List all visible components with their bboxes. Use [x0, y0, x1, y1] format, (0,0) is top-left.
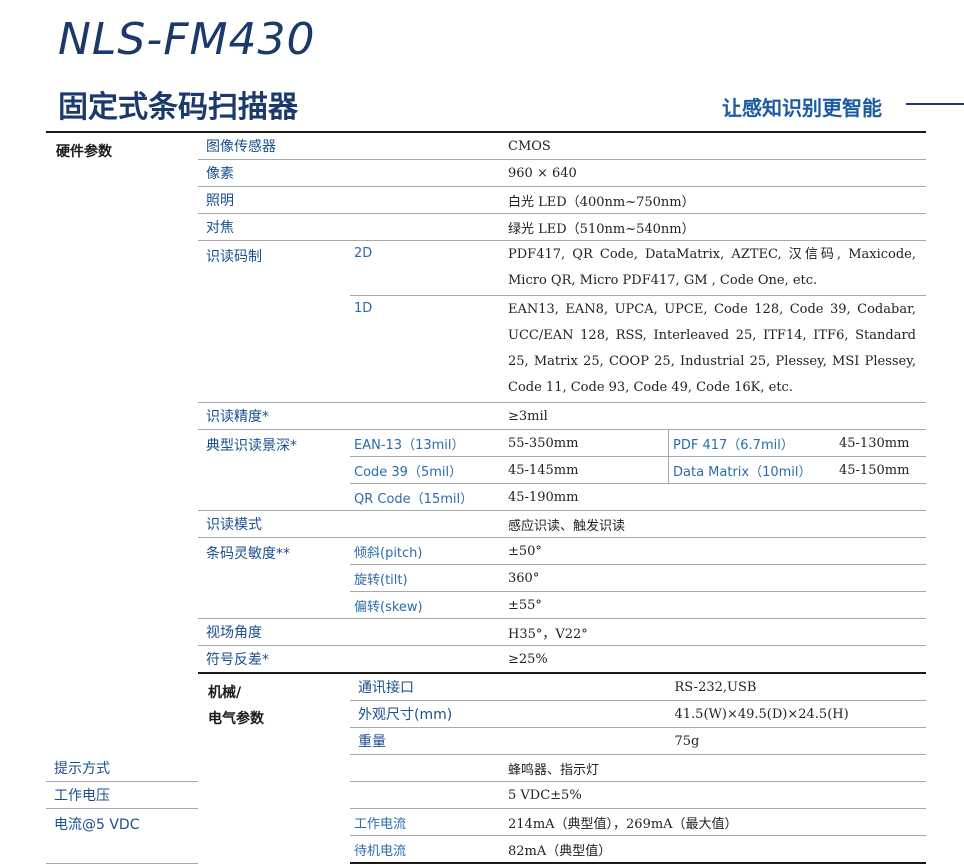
- param-value: ≥3mil: [502, 402, 926, 430]
- param-sublabel: Data Matrix（10mil）: [668, 456, 833, 484]
- param-label: 提示方式: [46, 754, 198, 782]
- table-row: 提示方式 蜂鸣器、指示灯: [46, 754, 926, 782]
- param-value: 感应识读、触发识读: [502, 510, 926, 538]
- param-value: RS-232,USB: [668, 672, 926, 701]
- param-value: ±50°: [502, 537, 926, 565]
- param-value: 41.5(W)×49.5(D)×24.5(H): [668, 700, 926, 728]
- param-value: 214mA（典型值），269mA（最大值）: [502, 808, 926, 836]
- param-value: PDF417, QR Code, DataMatrix, AZTEC, 汉信码,…: [502, 240, 926, 296]
- param-label: 重量: [350, 727, 502, 755]
- param-label: 通讯接口: [350, 672, 502, 701]
- param-sublabel: 偏转(skew): [350, 591, 502, 619]
- table-row: 硬件参数 图像传感器 CMOS: [46, 131, 926, 755]
- param-label: 电流@5 VDC: [46, 808, 198, 864]
- param-label: 外观尺寸(mm): [350, 700, 502, 728]
- param-value: 绿光 LED（510nm~540nm）: [502, 213, 926, 241]
- product-subtitle: 固定式条码扫描器: [58, 90, 298, 125]
- param-label: 条码灵敏度**: [198, 537, 350, 619]
- param-value: 45-130mm: [833, 429, 926, 457]
- group-mechanical-electrical: 机械/电气参数: [198, 672, 350, 863]
- param-sublabel: 1D: [350, 295, 502, 403]
- param-value: ≥25%: [502, 645, 926, 674]
- param-value: 45-150mm: [833, 456, 926, 484]
- param-sublabel: EAN-13（13mil）: [350, 429, 502, 457]
- param-value: 360°: [502, 564, 926, 592]
- param-label: 像素: [198, 159, 350, 187]
- param-value: 960 × 640: [502, 159, 926, 187]
- param-sublabel: 旋转(tilt): [350, 564, 502, 592]
- param-sublabel: 工作电流: [350, 808, 502, 836]
- param-label: 视场角度: [198, 618, 350, 646]
- param-label: 对焦: [198, 213, 350, 241]
- param-label: 识读模式: [198, 510, 350, 538]
- param-value: 45-145mm: [502, 456, 669, 484]
- param-label: 照明: [198, 186, 350, 214]
- param-value: EAN13, EAN8, UPCA, UPCE, Code 128, Code …: [502, 295, 926, 403]
- param-sublabel: 倾斜(pitch): [350, 537, 502, 565]
- param-label: 符号反差*: [198, 645, 350, 674]
- param-sublabel: PDF 417（6.7mil）: [668, 429, 833, 457]
- param-value: 75g: [668, 727, 926, 755]
- param-sublabel: Code 39（5mil）: [350, 456, 502, 484]
- param-value: CMOS: [502, 131, 926, 160]
- param-value: 5 VDC±5%: [502, 781, 926, 809]
- slogan-divider: [906, 103, 964, 105]
- table-row: 工作电压 5 VDC±5%: [46, 781, 926, 809]
- model-title: NLS-FM430: [58, 14, 316, 65]
- param-sublabel: QR Code（15mil）: [350, 483, 502, 511]
- param-label: 识读码制: [198, 240, 350, 403]
- param-sublabel: 待机电流: [350, 835, 502, 864]
- param-label: 图像传感器: [198, 131, 350, 160]
- spec-table: 硬件参数 图像传感器 CMOS 像素 960 × 640 照明 白光 LED（4…: [46, 131, 926, 864]
- param-sublabel: 2D: [350, 240, 502, 296]
- param-value: 55-350mm: [502, 429, 669, 457]
- param-value: 白光 LED（400nm~750nm）: [502, 186, 926, 214]
- param-label: 识读精度*: [198, 402, 350, 430]
- param-value: ±55°: [502, 591, 926, 619]
- param-label: 典型识读景深*: [198, 429, 350, 511]
- group-hardware: 硬件参数: [46, 131, 198, 755]
- param-value: H35°，V22°: [502, 618, 926, 646]
- param-value: 82mA（典型值）: [502, 835, 926, 864]
- param-value: 45-190mm: [502, 483, 926, 511]
- param-label: 工作电压: [46, 781, 198, 809]
- table-row: 电流@5 VDC 工作电流 214mA（典型值），269mA（最大值）: [46, 808, 926, 864]
- slogan: 让感知识别更智能: [722, 96, 882, 120]
- param-value: 蜂鸣器、指示灯: [502, 754, 926, 782]
